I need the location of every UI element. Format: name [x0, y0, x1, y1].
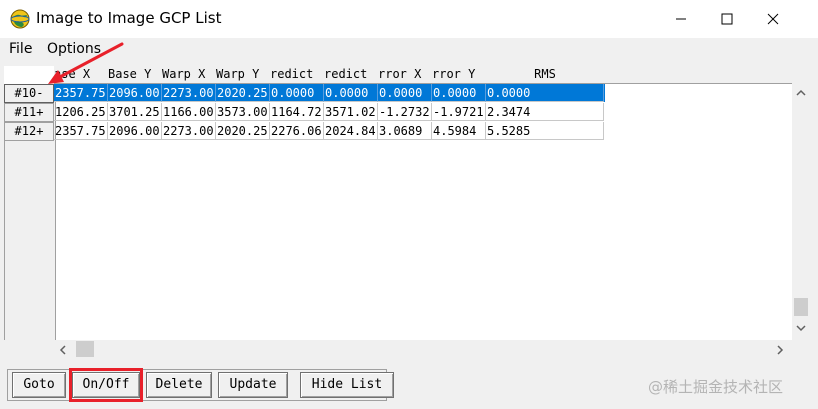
cell-warp-y[interactable]: 2020.25	[216, 122, 270, 140]
cell-predict-x[interactable]: 2276.06	[270, 122, 324, 140]
cell-warp-y[interactable]: 3573.00	[216, 103, 270, 121]
maximize-icon	[721, 13, 733, 25]
delete-button[interactable]: Delete	[146, 372, 212, 398]
hide-list-button[interactable]: Hide List	[300, 372, 394, 398]
column-header-predict-y[interactable]: redict	[324, 66, 379, 84]
window-title: Image to Image GCP List	[36, 9, 222, 27]
cell-error-y[interactable]: 0.0000	[432, 84, 486, 102]
cell-rms[interactable]: 0.0000	[486, 84, 604, 102]
cell-base-y[interactable]: 2096.00	[108, 122, 162, 140]
row-header-12[interactable]: #12+	[4, 122, 54, 141]
column-header-warp-y[interactable]: Warp Y	[216, 66, 271, 84]
horizontal-scroll-thumb[interactable]	[76, 341, 94, 357]
menu-file[interactable]: File	[9, 41, 32, 57]
vertical-scrollbar[interactable]	[792, 84, 810, 340]
cell-warp-x[interactable]: 2273.00	[162, 122, 216, 140]
scroll-right-icon[interactable]	[776, 345, 784, 355]
watermark: @稀土掘金技术社区	[648, 378, 784, 396]
scroll-down-icon[interactable]	[796, 324, 806, 332]
close-button[interactable]	[750, 0, 796, 38]
goto-button[interactable]: Goto	[12, 372, 66, 398]
maximize-button[interactable]	[704, 0, 750, 38]
cell-error-y[interactable]: 4.5984	[432, 122, 486, 140]
cell-warp-x[interactable]: 2273.00	[162, 84, 216, 102]
cell-predict-x[interactable]: 1164.72	[270, 103, 324, 121]
update-button[interactable]: Update	[218, 372, 288, 398]
minimize-button[interactable]	[658, 0, 704, 38]
cell-error-y[interactable]: -1.9721	[432, 103, 486, 121]
cell-predict-y[interactable]: 3571.02	[324, 103, 378, 121]
cell-error-x[interactable]: 3.0689	[378, 122, 432, 140]
cell-warp-y[interactable]: 2020.25	[216, 84, 270, 102]
column-header-error-x[interactable]: rror X	[378, 66, 433, 84]
title-bar: Image to Image GCP List	[0, 0, 818, 38]
row-header-11[interactable]: #11+	[4, 103, 54, 122]
cell-warp-x[interactable]: 1166.00	[162, 103, 216, 121]
cell-error-x[interactable]: 0.0000	[378, 84, 432, 102]
cell-predict-y[interactable]: 2024.84	[324, 122, 378, 140]
cell-predict-x[interactable]: 0.0000	[270, 84, 324, 102]
column-header-error-y[interactable]: rror Y	[432, 66, 487, 84]
column-header-row: ase X Base Y Warp X Warp Y redict redict…	[54, 66, 605, 84]
minimize-icon	[676, 18, 686, 20]
cell-predict-y[interactable]: 0.0000	[324, 84, 378, 102]
close-icon	[767, 13, 779, 25]
cell-base-y[interactable]: 3701.25	[108, 103, 162, 121]
column-header-predict-x[interactable]: redict	[270, 66, 325, 84]
cell-rms[interactable]: 2.3474	[486, 103, 604, 121]
scroll-up-icon[interactable]	[796, 89, 806, 97]
onoff-annotation-box	[69, 368, 143, 402]
vertical-scroll-thumb[interactable]	[794, 298, 808, 316]
scroll-left-icon[interactable]	[59, 345, 67, 355]
envi-globe-icon	[10, 9, 30, 29]
cell-base-x[interactable]: 2357.75	[54, 122, 108, 140]
column-header-warp-x[interactable]: Warp X	[162, 66, 217, 84]
cell-error-x[interactable]: -1.2732	[378, 103, 432, 121]
column-header-filler	[604, 66, 792, 84]
horizontal-scrollbar[interactable]	[54, 340, 792, 358]
row-selection-extension	[604, 84, 605, 102]
cell-rms[interactable]: 5.5285	[486, 122, 604, 140]
column-header-rms[interactable]: RMS	[486, 66, 605, 84]
cell-base-x[interactable]: 1206.25	[54, 103, 108, 121]
annotation-arrow-icon	[48, 42, 124, 84]
